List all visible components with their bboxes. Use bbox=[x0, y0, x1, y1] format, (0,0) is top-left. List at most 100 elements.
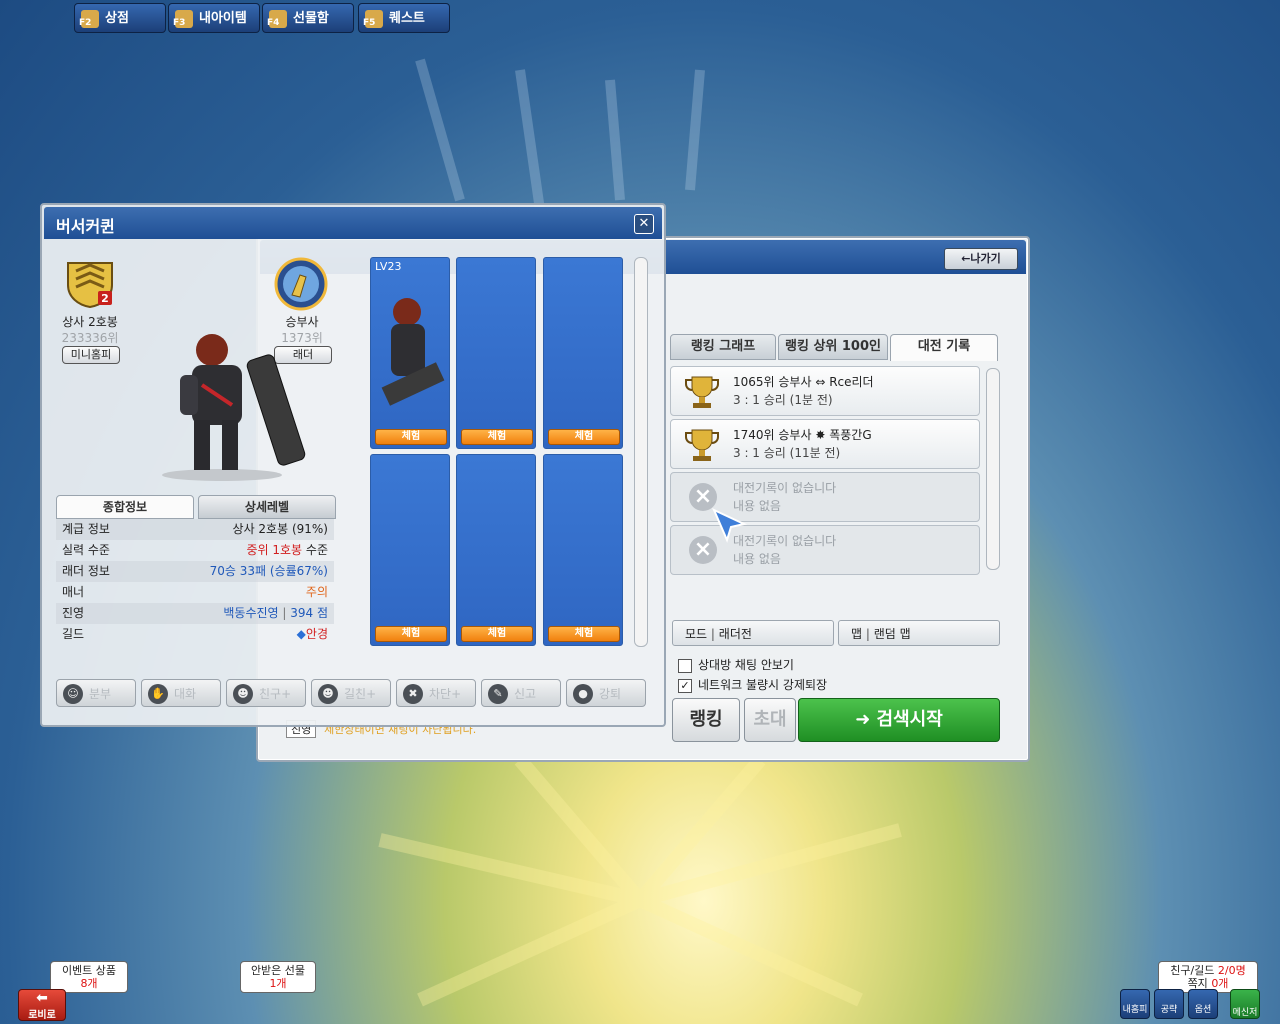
messenger-button[interactable]: 메신저 bbox=[1230, 989, 1260, 1019]
kick-icon: ● bbox=[573, 684, 593, 704]
trophy-icon bbox=[685, 429, 719, 461]
hide-chat-checkbox[interactable] bbox=[678, 658, 692, 673]
map-label: 맵 bbox=[851, 627, 863, 641]
hide-chat-label: 상대방 채팅 안보기 bbox=[698, 658, 794, 672]
character-avatar bbox=[162, 334, 306, 481]
info-key: 길드 bbox=[62, 627, 85, 641]
giftbox-button[interactable]: F4 선물함 bbox=[262, 3, 354, 33]
profile-titlebar: 버서커퀸 ✕ bbox=[44, 207, 662, 239]
tab-match-history[interactable]: 대전 기록 bbox=[890, 334, 998, 361]
guild-link[interactable]: ◆안경 bbox=[297, 624, 328, 645]
record-result: 3 : 1 승리 (11분 전) bbox=[733, 446, 841, 460]
info-value: 상사 2호봉 (91%) bbox=[232, 522, 328, 536]
info-key: 실력 수준 bbox=[62, 543, 110, 557]
report-icon: ✎ bbox=[488, 684, 508, 704]
chat-icon: ✋ bbox=[148, 684, 168, 704]
try-button[interactable]: 체험 bbox=[548, 429, 620, 445]
character-slot[interactable]: 체험 bbox=[456, 454, 536, 646]
exit-button[interactable]: ←나가기 bbox=[944, 248, 1018, 270]
my-homepage-button[interactable]: 내홈피 bbox=[1120, 989, 1150, 1019]
info-row-guild: 길드 ◆안경 bbox=[56, 624, 334, 645]
info-key: 계급 정보 bbox=[62, 522, 110, 536]
rank-badge-icon: 2 bbox=[67, 262, 113, 309]
add-guild-friend-button[interactable]: ☻ 길친+ bbox=[311, 679, 391, 707]
try-button[interactable]: 체험 bbox=[375, 429, 447, 445]
guild-friend-icon: ☻ bbox=[318, 684, 338, 704]
info-row-rank: 계급 정보 상사 2호봉 (91%) bbox=[56, 519, 334, 540]
tab-top100[interactable]: 랭킹 상위 100인 bbox=[778, 334, 888, 360]
back-to-lobby-button[interactable]: ⬅ 로비로 bbox=[18, 989, 66, 1021]
kick-button[interactable]: ● 강퇴 bbox=[566, 679, 646, 707]
force-exit-checkbox[interactable]: ✓ bbox=[678, 678, 692, 693]
map-selector[interactable]: 맵 | 랜덤 맵 bbox=[838, 620, 1000, 646]
slot-level: LV23 bbox=[375, 260, 402, 273]
unreceived-gift-bubble: 안받은 선물 1개 bbox=[240, 961, 316, 993]
guide-button[interactable]: 공략 bbox=[1154, 989, 1184, 1019]
try-button[interactable]: 체험 bbox=[548, 626, 620, 642]
records-scrollbar[interactable] bbox=[986, 368, 1000, 570]
info-row-camp: 진영 백동수진영 | 394 점 bbox=[56, 603, 334, 624]
info-row-ladder: 래더 정보 70승 33패 (승률67%) bbox=[56, 561, 334, 582]
list-item[interactable]: 1065위 승부사 ⇔ Rce리더 3 : 1 승리 (1분 전) bbox=[670, 366, 980, 416]
force-exit-label: 네트워크 불량시 강제퇴장 bbox=[698, 678, 828, 692]
slots-scrollbar[interactable] bbox=[634, 257, 648, 647]
invite-button[interactable]: 초대 bbox=[744, 698, 796, 742]
record-opponent: 1065위 승부사 ⇔ Rce리더 bbox=[733, 375, 874, 389]
info-row-skill: 실력 수준 중위 1호봉 수준 bbox=[56, 540, 334, 561]
info-value: 주의 bbox=[305, 585, 328, 599]
character-slot[interactable]: 체험 bbox=[370, 454, 450, 646]
block-button[interactable]: ✖ 차단+ bbox=[396, 679, 476, 707]
try-button[interactable]: 체험 bbox=[461, 429, 533, 445]
tab-ranking-graph[interactable]: 랭킹 그래프 bbox=[670, 334, 776, 360]
rank-name: 상사 2호봉 bbox=[62, 315, 118, 329]
add-friend-button[interactable]: ☻ 친구+ bbox=[226, 679, 306, 707]
force-exit-option[interactable]: ✓ 네트워크 불량시 강제퇴장 bbox=[678, 676, 827, 693]
arrow-left-icon: ⬅ bbox=[36, 990, 48, 1006]
start-search-button[interactable]: ➜ 검색시작 bbox=[798, 698, 1000, 742]
my-items-button[interactable]: F3 내아이템 bbox=[168, 3, 260, 33]
character-slot[interactable]: 체험 bbox=[543, 257, 623, 449]
mode-selector[interactable]: 모드 | 래더전 bbox=[672, 620, 834, 646]
svg-text:2: 2 bbox=[101, 292, 109, 305]
empty-x-icon: × bbox=[689, 483, 717, 511]
character-slot[interactable]: LV23 체험 bbox=[370, 257, 450, 449]
block-icon: ✖ bbox=[403, 684, 423, 704]
chat-button[interactable]: ✋ 대화 bbox=[141, 679, 221, 707]
try-button[interactable]: 체험 bbox=[461, 626, 533, 642]
minihompy-button[interactable]: 미니홈피 bbox=[62, 346, 120, 364]
try-button[interactable]: 체험 bbox=[375, 626, 447, 642]
record-empty-title: 대전기록이 없습니다 bbox=[733, 481, 837, 495]
tab-detail-level[interactable]: 상세레벨 bbox=[198, 495, 336, 519]
character-slot[interactable]: 체험 bbox=[543, 454, 623, 646]
character-slot[interactable]: 체험 bbox=[456, 257, 536, 449]
hide-chat-option[interactable]: 상대방 채팅 안보기 bbox=[678, 656, 794, 673]
tab-overview[interactable]: 종합정보 bbox=[56, 495, 194, 519]
mode-value: 래더전 bbox=[718, 627, 752, 641]
map-value: 랜덤 맵 bbox=[873, 627, 911, 641]
record-result: 3 : 1 승리 (1분 전) bbox=[733, 393, 833, 407]
close-button[interactable]: ✕ bbox=[634, 214, 654, 234]
job-class-icon bbox=[274, 257, 328, 311]
info-value: 백동수진영 | 394 점 bbox=[223, 606, 328, 620]
trophy-icon bbox=[685, 376, 719, 408]
record-empty-sub: 내용 없음 bbox=[733, 552, 781, 566]
options-button[interactable]: 옵션 bbox=[1188, 989, 1218, 1019]
record-empty-title: 대전기록이 없습니다 bbox=[733, 534, 837, 548]
report-button[interactable]: ✎ 신고 bbox=[481, 679, 561, 707]
whisper-button[interactable]: ☺ 분부 bbox=[56, 679, 136, 707]
ranking-button[interactable]: 랭킹 bbox=[672, 698, 740, 742]
match-history-list: 1065위 승부사 ⇔ Rce리더 3 : 1 승리 (1분 전) 1740위 … bbox=[670, 366, 1000, 580]
info-key: 래더 정보 bbox=[62, 564, 110, 578]
whisper-icon: ☺ bbox=[63, 684, 83, 704]
rank-position: 233336위 bbox=[61, 331, 119, 345]
quest-button[interactable]: F5 퀘스트 bbox=[358, 3, 450, 33]
guild-icon: ◆ bbox=[296, 627, 306, 641]
info-value: 70승 33패 (승률67%) bbox=[209, 564, 328, 578]
profile-info-table: 계급 정보 상사 2호봉 (91%) 실력 수준 중위 1호봉 수준 래더 정보… bbox=[56, 519, 334, 645]
info-value: 중위 1호봉 수준 bbox=[246, 543, 328, 557]
info-row-manner: 매너 주의 bbox=[56, 582, 334, 603]
shop-button[interactable]: F2 상점 bbox=[74, 3, 166, 33]
list-item[interactable]: 1740위 승부사 ✸ 폭풍간G 3 : 1 승리 (11분 전) bbox=[670, 419, 980, 469]
mode-label: 모드 bbox=[685, 627, 708, 641]
slot-character-avatar bbox=[381, 298, 445, 406]
